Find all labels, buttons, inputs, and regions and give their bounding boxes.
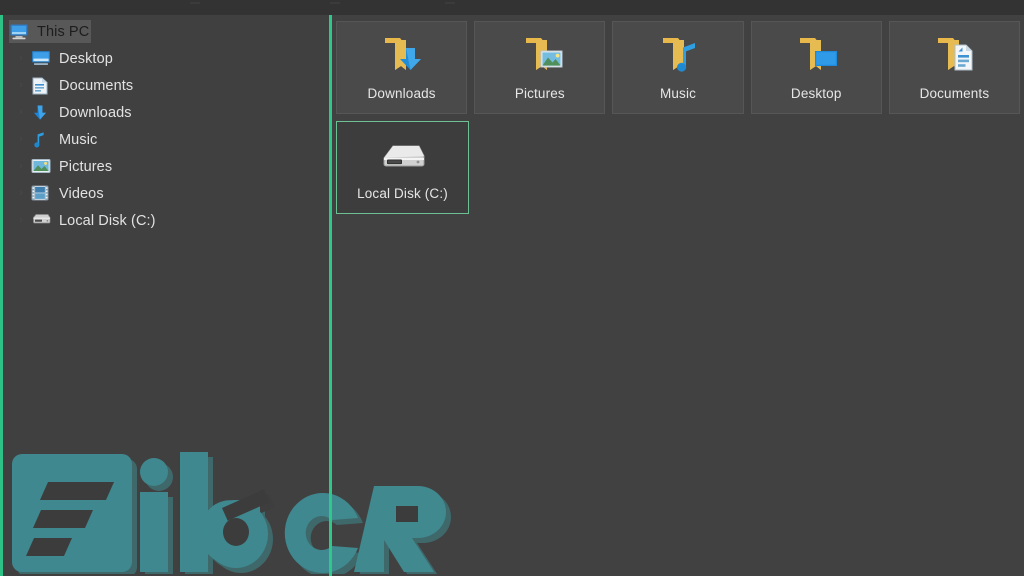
this-pc-monitor-icon <box>9 23 31 41</box>
chevron-right-icon[interactable]: › <box>11 188 31 199</box>
documents-icon <box>31 77 53 95</box>
sidebar-item-label: Videos <box>59 185 104 202</box>
folder-documents-icon <box>925 32 983 82</box>
sidebar-item-label: Documents <box>59 77 134 94</box>
sidebar-item-label: Music <box>59 131 98 148</box>
sidebar-item-label: Pictures <box>59 158 113 175</box>
chevron-right-icon[interactable]: › <box>11 80 31 91</box>
tile-music[interactable]: Music <box>612 21 744 114</box>
tile-label: Documents <box>919 86 990 101</box>
sidebar-item-desktop[interactable]: › Desktop <box>3 45 329 72</box>
music-note-icon <box>31 131 53 149</box>
pane-divider-accent-line <box>329 15 332 576</box>
tile-label: Music <box>660 86 697 101</box>
chevron-right-icon[interactable]: › <box>11 161 31 172</box>
sidebar-item-label: This PC <box>37 23 90 40</box>
file-explorer-window: This PC › Desktop › Documents › Download… <box>0 0 1024 576</box>
sidebar-item-local-disk-c[interactable]: › Local Disk (C:) <box>3 207 329 234</box>
folder-music-icon <box>649 32 707 82</box>
chevron-right-icon[interactable]: › <box>11 134 31 145</box>
sidebar-item-downloads[interactable]: › Downloads <box>3 99 329 126</box>
tile-label: Pictures <box>514 86 565 101</box>
tile-label: Local Disk (C:) <box>357 186 448 201</box>
tile-pictures[interactable]: Pictures <box>474 21 606 114</box>
hard-drive-icon <box>31 212 53 230</box>
tile-documents[interactable]: Documents <box>888 21 1021 114</box>
folder-pictures-icon <box>511 32 569 82</box>
tile-desktop[interactable]: Desktop <box>750 21 882 114</box>
sidebar-item-pictures[interactable]: › Pictures <box>3 153 329 180</box>
videos-icon <box>31 185 53 203</box>
chrome-ghost-mark-1 <box>190 2 200 4</box>
navigation-sidebar: This PC › Desktop › Documents › Download… <box>3 15 329 576</box>
tile-local-disk-c[interactable]: Local Disk (C:) <box>336 121 469 214</box>
tile-label: Desktop <box>790 86 842 101</box>
downloads-icon <box>31 104 53 122</box>
chrome-ghost-mark-3 <box>445 2 455 4</box>
chevron-right-icon[interactable]: › <box>11 215 31 226</box>
chevron-right-icon[interactable]: › <box>11 107 31 118</box>
tile-label: Downloads <box>367 86 436 101</box>
tile-row: Local Disk (C:) <box>336 121 1020 214</box>
folder-downloads-icon <box>373 32 431 82</box>
chevron-right-icon[interactable]: › <box>11 53 31 64</box>
sidebar-item-music[interactable]: › Music <box>3 126 329 153</box>
sidebar-item-label: Desktop <box>59 50 113 67</box>
pictures-icon <box>31 158 53 176</box>
tile-downloads[interactable]: Downloads <box>336 21 468 114</box>
folder-desktop-icon <box>787 32 845 82</box>
hard-drive-large-icon <box>374 132 432 182</box>
sidebar-item-videos[interactable]: › Videos <box>3 180 329 207</box>
tile-row: Downloads Pictures Music Desktop Documen… <box>336 21 1021 114</box>
sidebar-item-label: Downloads <box>59 104 132 121</box>
window-top-strip <box>0 0 1024 15</box>
left-accent-line <box>0 15 3 576</box>
desktop-icon <box>31 50 53 68</box>
sidebar-item-label: Local Disk (C:) <box>59 212 156 229</box>
content-pane: Downloads Pictures Music Desktop Documen… <box>332 15 1024 576</box>
tile-grid: Downloads Pictures Music Desktop Documen… <box>332 15 1024 214</box>
sidebar-item-this-pc[interactable]: This PC <box>3 18 329 45</box>
chrome-ghost-mark-2 <box>330 2 340 4</box>
sidebar-item-documents[interactable]: › Documents <box>3 72 329 99</box>
